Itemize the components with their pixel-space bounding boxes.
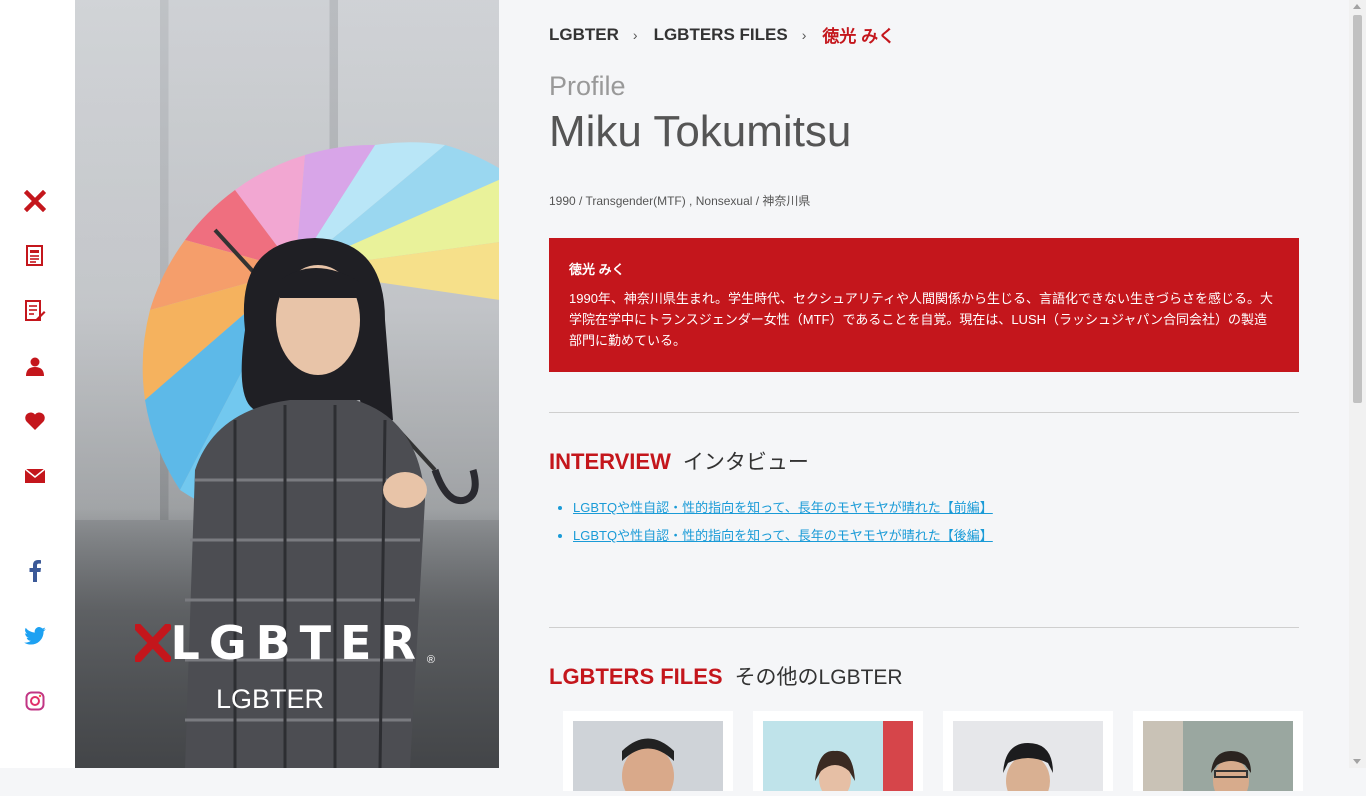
bio-box: 徳光 みく 1990年、神奈川県生まれ。学生時代、セクシュアリティや人間関係から… — [549, 238, 1299, 372]
hero-photo: LGBTER ® — [75, 0, 499, 768]
brand-wordmark: LGBTER — [170, 616, 425, 670]
files-title-en: LGBTERS FILES — [549, 664, 723, 689]
profile-thumbnail — [953, 721, 1103, 796]
profile-thumbnail — [1143, 721, 1293, 796]
interview-heading: INTERVIEW インタビュー — [549, 446, 809, 476]
interview-links: LGBTQや性自認・性的指向を知って、長年のモヤモヤが晴れた【前編】 LGBTQ… — [559, 494, 993, 550]
x-logo-icon — [135, 624, 171, 662]
user-icon[interactable] — [22, 353, 48, 379]
list-item: LGBTQや性自認・性的指向を知って、長年のモヤモヤが晴れた【前編】 — [573, 494, 993, 522]
breadcrumb-separator: › — [632, 26, 638, 43]
interview-title-ja: インタビュー — [682, 451, 809, 474]
profile-thumbnail — [763, 721, 913, 796]
instagram-icon[interactable] — [22, 688, 48, 714]
profile-name: Miku Tokumitsu — [549, 107, 852, 156]
profile-label: Profile — [549, 71, 626, 101]
heart-icon[interactable] — [22, 408, 48, 434]
breadcrumb-home[interactable]: LGBTER — [549, 25, 619, 45]
interview-link-part1[interactable]: LGBTQや性自認・性的指向を知って、長年のモヤモヤが晴れた【前編】 — [573, 500, 993, 515]
files-heading: LGBTERS FILES その他のLGBTER — [549, 661, 903, 691]
side-icon-rail — [0, 0, 75, 768]
files-title-ja: その他のLGBTER — [734, 666, 903, 689]
profile-meta: 1990 / Transgender(MTF) , Nonsexual / 神奈… — [549, 194, 811, 208]
scroll-down-arrow-icon[interactable] — [1353, 759, 1361, 764]
profile-card[interactable] — [563, 711, 733, 796]
x-logo-icon[interactable] — [22, 188, 48, 214]
brand-logo: LGBTER ® — [135, 620, 435, 666]
divider — [549, 627, 1299, 628]
profile-card[interactable] — [1133, 711, 1303, 796]
bio-text: 1990年、神奈川県生まれ。学生時代、セクシュアリティや人間関係から生じる、言語… — [569, 291, 1274, 348]
twitter-icon[interactable] — [22, 623, 48, 649]
brand-subtitle: LGBTER — [215, 684, 325, 714]
breadcrumb: LGBTER › LGBTERS FILES › 徳光 みく — [549, 22, 895, 47]
list-item: LGBTQや性自認・性的指向を知って、長年のモヤモヤが晴れた【後編】 — [573, 522, 993, 550]
breadcrumb-current: 徳光 みく — [822, 27, 896, 46]
scroll-up-arrow-icon[interactable] — [1353, 4, 1361, 9]
profile-card[interactable] — [753, 711, 923, 796]
page-scrollbar[interactable] — [1349, 0, 1366, 768]
files-cards — [563, 711, 1323, 796]
mail-icon[interactable] — [22, 463, 48, 489]
bio-name: 徳光 みく — [569, 262, 625, 277]
registered-mark: ® — [426, 654, 435, 666]
interview-link-part2[interactable]: LGBTQや性自認・性的指向を知って、長年のモヤモヤが晴れた【後編】 — [573, 528, 993, 543]
interview-title-en: INTERVIEW — [549, 449, 671, 474]
breadcrumb-files[interactable]: LGBTERS FILES — [654, 25, 788, 45]
profile-thumbnail — [573, 721, 723, 796]
edit-document-icon[interactable] — [22, 298, 48, 324]
scrollbar-thumb[interactable] — [1353, 15, 1362, 403]
divider — [549, 412, 1299, 413]
facebook-icon[interactable] — [22, 558, 48, 584]
profile-card[interactable] — [943, 711, 1113, 796]
breadcrumb-separator: › — [801, 26, 807, 43]
document-icon[interactable] — [22, 243, 48, 269]
